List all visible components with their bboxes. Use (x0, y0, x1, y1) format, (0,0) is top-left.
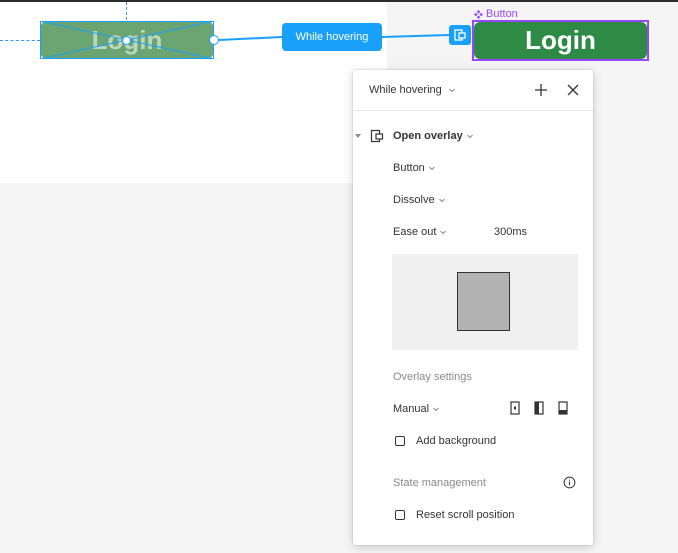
reset-scroll-row[interactable]: Reset scroll position (395, 509, 514, 521)
preview-overlay-frame (457, 272, 510, 331)
collapse-caret-icon[interactable] (355, 133, 361, 139)
position-dropdown[interactable]: Manual (393, 403, 440, 415)
component-icon (474, 9, 483, 19)
trigger-dropdown-label: While hovering (369, 84, 442, 96)
add-background-checkbox[interactable] (395, 436, 405, 446)
interaction-panel: While hovering Open overlay Button Disso… (353, 70, 593, 545)
trigger-pill[interactable]: While hovering (282, 23, 382, 51)
easing-label: Ease out (393, 226, 437, 238)
easing-dropdown[interactable]: Ease out (393, 226, 447, 238)
position-left-icon[interactable] (532, 401, 546, 415)
chevron-down-icon (466, 134, 473, 139)
component-name: Button (486, 8, 518, 20)
action-label: Open overlay (393, 130, 463, 142)
chevron-down-icon (428, 166, 435, 171)
chevron-down-icon (440, 230, 447, 235)
destination-label: Button (393, 162, 425, 174)
position-label: Manual (393, 403, 430, 415)
close-icon[interactable] (565, 82, 581, 98)
trigger-dropdown[interactable]: While hovering (369, 84, 456, 96)
destination-dropdown[interactable]: Button (393, 162, 436, 174)
animation-preview (392, 254, 578, 350)
open-overlay-node-icon[interactable] (449, 25, 471, 45)
animation-dropdown[interactable]: Dissolve (393, 194, 446, 206)
chevron-down-icon (438, 198, 445, 203)
info-icon[interactable] (563, 476, 576, 489)
state-management-title: State management (393, 477, 486, 489)
position-center-icon[interactable] (508, 401, 522, 415)
reset-scroll-label: Reset scroll position (416, 509, 515, 521)
chevron-down-icon (448, 88, 455, 93)
action-dropdown[interactable]: Open overlay (393, 130, 474, 142)
panel-header: While hovering (353, 70, 593, 111)
add-background-row[interactable]: Add background (395, 435, 496, 447)
destination-login-button[interactable]: Login (474, 22, 647, 59)
animation-label: Dissolve (393, 194, 435, 206)
reset-scroll-checkbox[interactable] (395, 510, 405, 520)
position-options (508, 401, 570, 415)
overlay-settings-title: Overlay settings (393, 371, 472, 383)
connection-handle[interactable] (209, 35, 219, 45)
position-bottom-icon[interactable] (556, 401, 570, 415)
add-background-label: Add background (416, 435, 497, 447)
duration-input[interactable]: 300ms (494, 226, 527, 238)
trigger-pill-label: While hovering (295, 31, 369, 43)
plus-icon[interactable] (533, 82, 549, 98)
chevron-down-icon (433, 407, 439, 412)
open-overlay-icon (370, 129, 384, 143)
destination-login-label: Login (525, 25, 596, 55)
component-label[interactable]: Button (474, 8, 518, 20)
